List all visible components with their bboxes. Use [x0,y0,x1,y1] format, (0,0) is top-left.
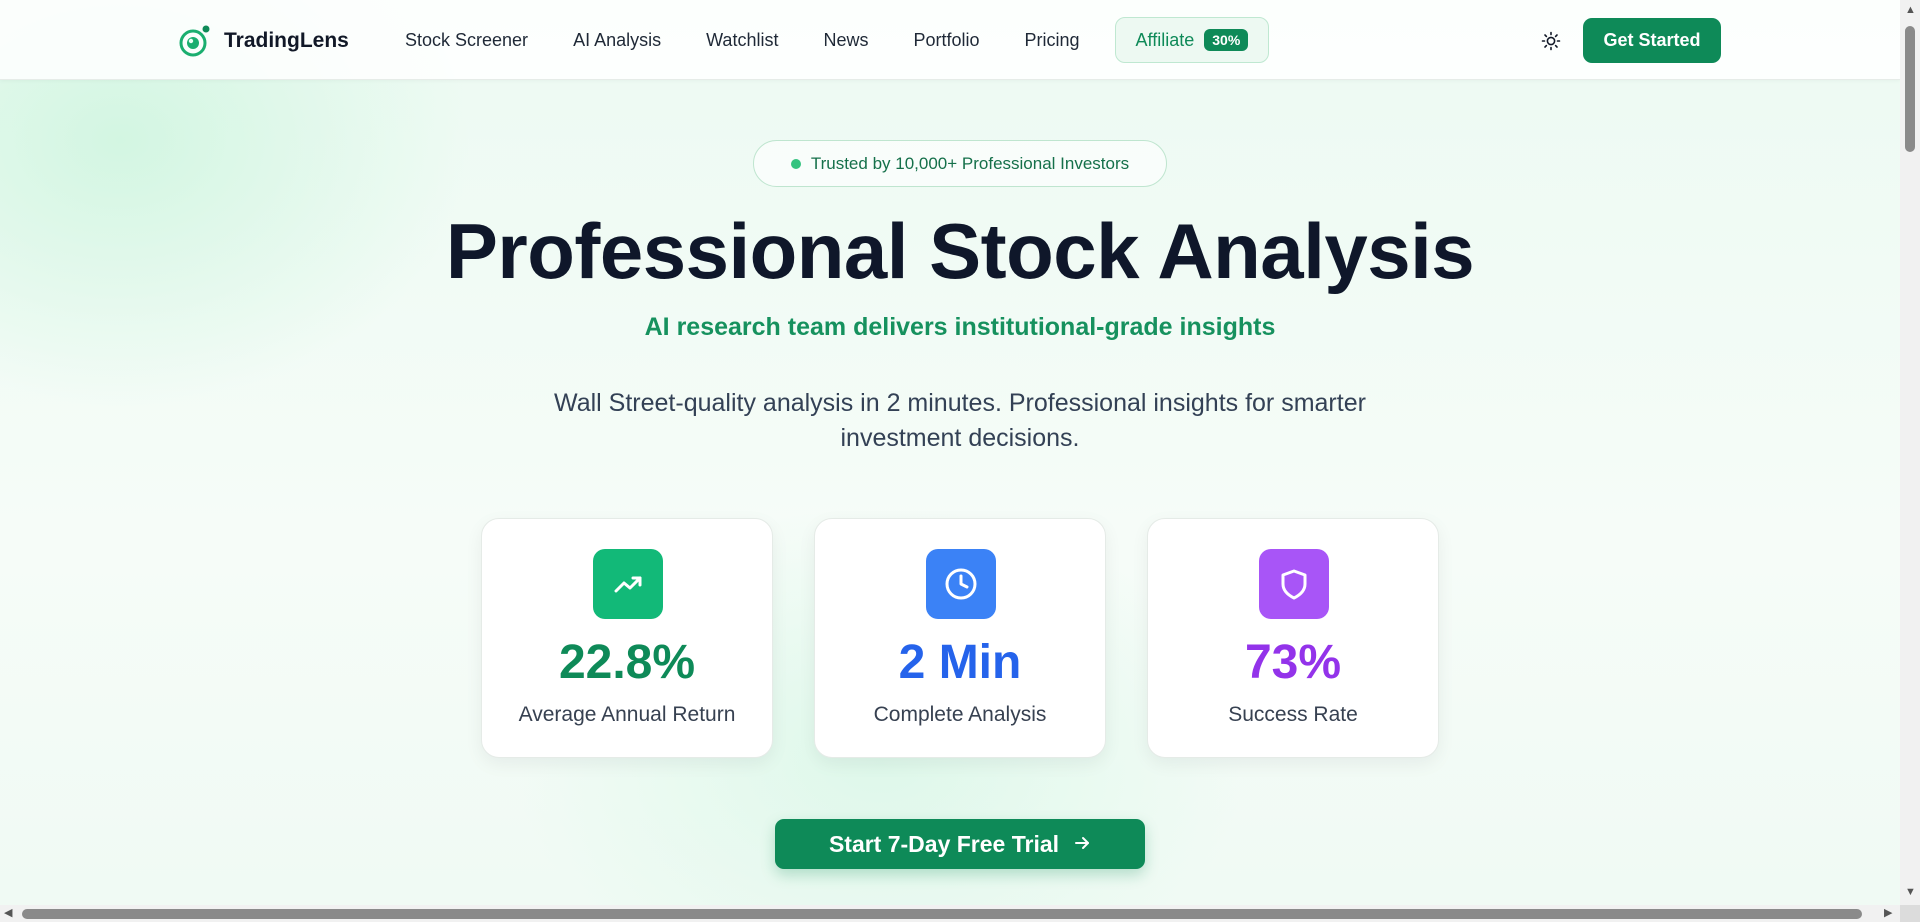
trust-badge: Trusted by 10,000+ Professional Investor… [753,140,1167,187]
nav-link-news[interactable]: News [823,30,868,51]
horizontal-scrollbar[interactable]: ◀ ▶ [0,905,1900,922]
shield-icon [1259,549,1329,619]
nav-link-stock-screener[interactable]: Stock Screener [405,30,528,51]
sun-icon[interactable] [1540,30,1562,52]
stat-card-analysis-time: 2 Min Complete Analysis [814,518,1106,758]
arrow-right-icon [1073,831,1091,858]
logo-icon [178,24,212,58]
start-trial-button[interactable]: Start 7-Day Free Trial [775,819,1145,869]
hero-subtitle: AI research team delivers institutional-… [644,313,1276,341]
affiliate-badge: 30% [1204,29,1249,51]
get-started-button[interactable]: Get Started [1583,18,1721,63]
vertical-scroll-thumb[interactable] [1905,26,1915,152]
stat-label: Average Annual Return [518,703,736,726]
brand-logo[interactable]: TradingLens [178,24,349,58]
nav-link-watchlist[interactable]: Watchlist [706,30,778,51]
hero-description: Wall Street-quality analysis in 2 minute… [554,389,1366,452]
start-trial-label: Start 7-Day Free Trial [828,830,1060,857]
stat-label: Complete Analysis [873,703,1047,726]
scroll-left-icon[interactable]: ◀ [4,906,12,919]
scroll-down-icon[interactable]: ▼ [1905,886,1916,898]
trending-up-icon [593,549,663,619]
scroll-right-icon[interactable]: ▶ [1884,906,1892,919]
trust-badge-text: Trusted by 10,000+ Professional Investor… [810,153,1130,173]
stat-value: 73% [1244,636,1342,689]
affiliate-button[interactable]: Affiliate 30% [1114,17,1270,63]
hero-title: Professional Stock Analysis [445,207,1475,295]
nav-links: Stock Screener AI Analysis Watchlist New… [405,17,1270,63]
vertical-scrollbar[interactable]: ▲ ▼ [1900,0,1920,905]
nav-link-pricing[interactable]: Pricing [1025,30,1080,51]
stat-card-return: 22.8% Average Annual Return [481,518,773,758]
scroll-up-icon[interactable]: ▲ [1905,4,1916,16]
top-nav: TradingLens Stock Screener AI Analysis W… [0,0,1900,80]
brand-name: TradingLens [224,29,349,52]
stat-label: Success Rate [1228,703,1358,726]
stat-card-success-rate: 73% Success Rate [1147,518,1439,758]
nav-link-portfolio[interactable]: Portfolio [913,30,979,51]
status-dot-icon [790,158,801,169]
stat-value: 22.8% [558,636,696,689]
landing-page: TradingLens Stock Screener AI Analysis W… [0,0,1900,905]
clock-icon [926,549,996,619]
nav-link-ai-analysis[interactable]: AI Analysis [573,30,661,51]
horizontal-scroll-thumb[interactable] [22,909,1862,919]
stat-value: 2 Min [898,636,1022,689]
affiliate-label: Affiliate [1135,29,1195,50]
scrollbar-corner [1900,905,1920,922]
